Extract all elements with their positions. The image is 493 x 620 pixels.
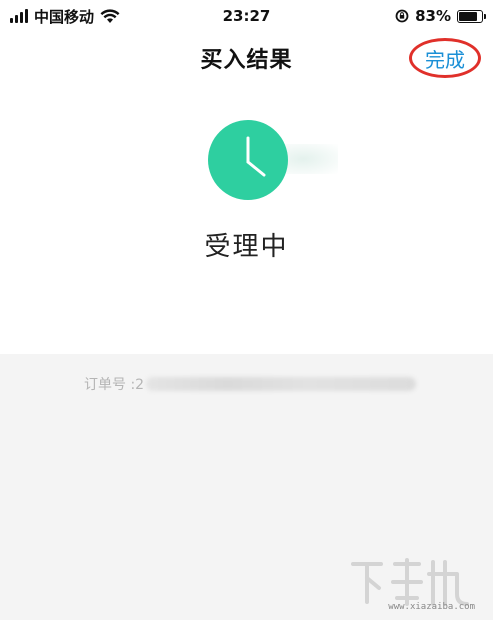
result-status: 受理中 xyxy=(204,232,289,262)
status-right: 83% xyxy=(395,7,486,25)
page-title: 买入结果 xyxy=(200,48,293,73)
watermark-url: www.xiazaiba.com xyxy=(388,602,475,612)
order-number-redacted xyxy=(146,377,417,391)
status-left: 中国移动 xyxy=(10,6,120,27)
status-bar: 中国移动 23:27 83% xyxy=(0,0,493,32)
battery-percent: 83% xyxy=(415,7,451,25)
wifi-icon xyxy=(100,9,120,23)
battery-fill xyxy=(459,11,478,21)
signal-icon xyxy=(10,9,28,23)
clock-icon xyxy=(208,120,288,200)
order-number-label: 订单号 :2 xyxy=(84,377,145,393)
order-number-row: 订单号 :2 xyxy=(84,374,417,394)
carrier-name: 中国移动 xyxy=(34,7,95,26)
detail-area: 订单号 :2 www.xiazaiba.com xyxy=(0,354,493,620)
nav-bar: 买入结果 完成 xyxy=(0,32,493,84)
result-area: 受理中 xyxy=(0,84,493,354)
done-button[interactable]: 完成 xyxy=(409,38,481,78)
rotation-lock-icon xyxy=(395,9,409,23)
battery-icon xyxy=(457,9,486,23)
